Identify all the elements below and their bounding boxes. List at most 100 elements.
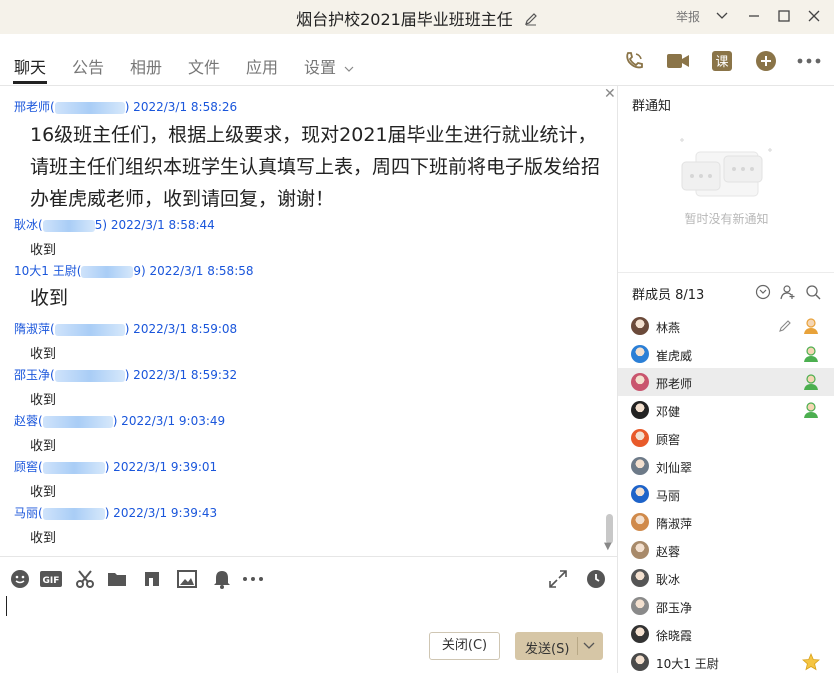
avatar [631,401,649,419]
member-row[interactable]: 林燕 [618,312,834,340]
message-text: 收到 [30,287,69,309]
members-title: 群成员 8/13 [632,288,705,303]
member-name: 崔虎威 [656,349,693,363]
send-options-chevron-icon[interactable] [583,639,595,654]
member-name: 顾窖 [656,433,681,447]
tab-album[interactable]: 相册 [130,54,162,78]
settings-chevron-icon[interactable] [344,58,354,77]
tab-settings[interactable]: 设置 [304,54,336,78]
member-row[interactable]: 顾窖 [618,424,834,452]
member-row[interactable]: 崔虎威 [618,340,834,368]
member-row[interactable]: 邢老师 [618,368,834,396]
member-row[interactable]: 耿冰 [618,564,834,592]
close-button[interactable]: 关闭(C) [429,632,500,660]
avatar [631,653,649,671]
message-text: 收到 [30,393,57,408]
redacted-id [54,323,125,336]
admin-badge-icon [802,345,820,363]
tab-apps[interactable]: 应用 [246,54,278,78]
member-name: 邵玉净 [656,601,693,615]
message-header: 马丽() 2022/3/1 9:39:43 [14,506,218,520]
class-icon[interactable]: 课 [710,49,734,73]
member-name: 刘仙翠 [656,461,693,475]
admin-badge-icon [802,373,820,391]
active-tab-indicator [13,81,47,84]
bell-icon[interactable] [211,568,233,590]
member-row[interactable]: 赵蓉 [618,536,834,564]
member-row[interactable]: 刘仙翠 [618,452,834,480]
redacted-id [42,461,105,474]
empty-notice-illustration-icon [680,138,772,197]
member-row[interactable]: 徐晓霞 [618,620,834,648]
message-list[interactable]: ✕ 邢老师() 2022/3/1 8:58:26 16级班主任们，根据上级要求，… [0,86,617,556]
member-name: 邢老师 [656,377,693,391]
avatar [631,457,649,475]
message-header: 耿冰(5) 2022/3/1 8:58:44 [14,218,215,232]
message-header: 赵蓉() 2022/3/1 9:03:49 [14,414,226,428]
tab-announcement[interactable]: 公告 [72,54,104,78]
member-row[interactable]: 邵玉净 [618,592,834,620]
close-icon[interactable] [804,6,824,26]
svg-text:课: 课 [715,55,728,70]
edit-title-icon[interactable] [524,11,538,30]
video-call-icon[interactable] [666,49,690,73]
send-divider [577,637,578,655]
avatar [631,541,649,559]
avatar [631,373,649,391]
collapse-icon[interactable]: ✕ [604,86,616,102]
redacted-id [81,265,134,278]
maximize-icon[interactable] [774,6,794,26]
member-name: 马丽 [656,489,681,503]
redacted-id [54,101,125,114]
voice-call-icon[interactable] [622,49,646,73]
member-row[interactable]: 隋淑萍 [618,508,834,536]
add-icon[interactable] [754,49,778,73]
minimize-icon[interactable] [744,6,764,26]
chevron-down-icon[interactable] [712,6,732,26]
avatar [631,345,649,363]
member-row[interactable]: 马丽 [618,480,834,508]
window-title-wrap: 烟台护校2021届毕业班班主任 [0,6,834,30]
scroll-down-icon[interactable]: ▼ [604,541,612,552]
message-input[interactable]: 关闭(C) 发送(S) [0,590,617,673]
more-tools-icon[interactable] [242,568,264,590]
gif-icon[interactable]: GIF [40,568,62,590]
star-badge-icon [802,652,820,671]
tab-files[interactable]: 文件 [188,54,220,78]
avatar [631,317,649,335]
notice-empty-text: 暂时没有新通知 [684,212,769,226]
edit-card-icon[interactable] [778,318,792,337]
avatar [631,513,649,531]
svg-text:GIF: GIF [43,576,60,586]
folder-icon[interactable] [106,568,128,590]
message-header: 邵玉净() 2022/3/1 8:59:32 [14,368,238,382]
member-name: 林燕 [656,321,681,335]
report-link[interactable]: 举报 [676,8,700,25]
history-clock-icon[interactable] [585,568,607,590]
panel-divider [618,272,834,273]
admin-badge-icon [802,401,820,419]
member-name: 隋淑萍 [656,517,693,531]
expand-icon[interactable] [547,568,569,590]
member-row[interactable]: 邓健 [618,396,834,424]
document-icon[interactable] [141,568,163,590]
avatar [631,625,649,643]
side-panel: 群通知 暂时没有新通知 群成员 8/13 林燕崔虎威邢老师邓健顾窖刘仙翠马丽隋淑… [617,86,834,673]
scrollbar-thumb[interactable] [606,514,613,544]
screenshot-scissors-icon[interactable] [74,568,96,590]
message-text: 收到 [30,439,57,454]
member-name: 邓健 [656,405,681,419]
member-name: 赵蓉 [656,545,681,559]
emoji-icon[interactable] [9,568,31,590]
message-text: 收到 [30,531,57,546]
member-filter-icon[interactable] [755,284,771,300]
member-row[interactable]: 10大1 王尉 [618,648,834,673]
add-member-icon[interactable] [780,284,796,300]
image-icon[interactable] [176,568,198,590]
redacted-id [42,415,113,428]
search-icon[interactable] [805,284,821,300]
tab-chat[interactable]: 聊天 [14,54,46,78]
notice-title: 群通知 [632,99,672,114]
more-icon[interactable] [797,49,821,73]
send-button[interactable]: 发送(S) [515,632,603,660]
